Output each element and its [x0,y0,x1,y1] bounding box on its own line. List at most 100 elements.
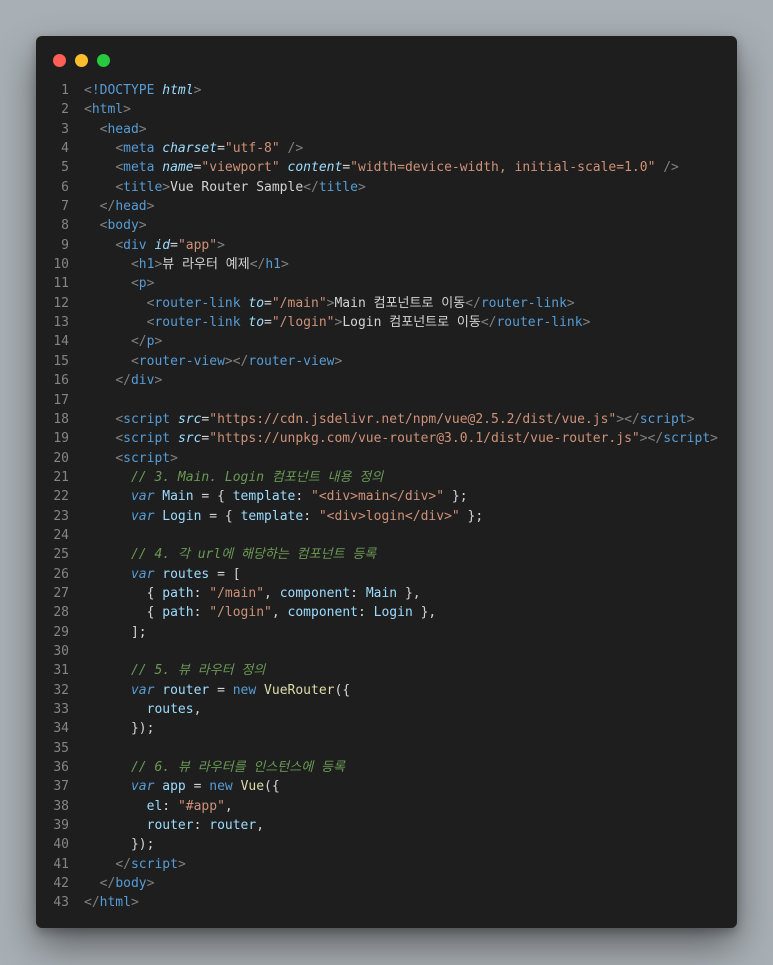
code-text: ]; [69,623,147,642]
code-token: : [295,489,312,505]
code-line: 6 <title>Vue Router Sample</title> [36,178,737,197]
code-text: }); [69,835,155,854]
line-number: 14 [53,334,69,350]
code-token: "utf-8" [224,141,280,157]
code-text: <router-link to="/login">Login 컴포넌트로 이동<… [69,313,591,332]
code-token: , [224,798,233,814]
code-token: : [350,585,366,601]
code-line: 41 </script> [36,855,737,874]
code-line: 10 <h1>뷰 라우터 예제</h1> [36,255,737,274]
code-token: id [154,237,171,253]
code-line: 11 <p> [36,274,737,293]
code-token: /> [287,141,304,157]
code-line: 30 [36,642,737,661]
code-token: head [115,199,147,215]
code-text: </body> [69,874,155,893]
code-line: 17 [36,391,737,410]
code-token: > [334,353,343,369]
code-line: 3 <head> [36,120,737,139]
code-token: Main [365,585,398,601]
close-window-button[interactable] [53,54,66,67]
code-token: routes [146,702,194,717]
code-token: "/login" [209,605,272,621]
line-number: 2 [61,102,69,118]
line-number: 17 [53,392,69,408]
code-token: script [123,450,171,466]
code-text: </head> [69,197,155,216]
code-token: ></ [224,353,249,369]
code-line: 16 </div> [36,371,737,390]
code-token: , [264,585,280,601]
line-number: 34 [53,721,69,737]
code-token: "https://cdn.jsdelivr.net/npm/vue@2.5.2/… [209,411,617,427]
line-number: 5 [61,160,69,176]
line-number: 40 [53,837,69,853]
code-token: < [84,102,92,118]
code-token: > [146,276,155,292]
code-text: // 6. 뷰 라우터를 인스턴스에 등록 [69,758,345,777]
code-line: 7 </head> [36,197,737,216]
code-token: , [271,605,288,621]
code-token: new [232,682,257,698]
code-token: > [710,431,718,447]
code-token: }); [84,721,155,737]
code-line: 18 <script src="https://cdn.jsdelivr.net… [36,410,737,429]
code-token: </ [99,199,116,215]
code-token: : [162,798,178,814]
line-number: 15 [53,353,69,369]
code-text: <router-view></router-view> [69,352,342,371]
line-number: 9 [61,237,69,253]
line-number: 11 [53,276,69,292]
code-token: !DOCTYPE [91,83,163,98]
code-token: router [146,818,194,834]
code-token: script [639,411,687,427]
code-token: "/login" [271,315,335,331]
code-text: // 4. 각 url에 해당하는 컴포넌트 등록 [69,545,376,564]
code-token: < [115,237,124,253]
code-token: < [115,431,124,447]
code-token: "#app" [177,798,225,814]
code-token: Login [162,508,202,524]
code-token: "/main" [271,295,327,311]
code-line: 35 [36,739,737,758]
code-line: 19 <script src="https://unpkg.com/vue-ro… [36,429,737,448]
code-text: <script src="https://cdn.jsdelivr.net/np… [69,410,694,429]
code-line: 32 var router = new VueRouter({ [36,681,737,700]
code-token: body [115,876,147,892]
line-number: 25 [53,547,69,563]
code-token: component [287,605,358,621]
code-line: 20 <script> [36,449,737,468]
code-editor[interactable]: 1 <!DOCTYPE html> 2 <html> 3 <head> 4 <meta c… [36,81,737,913]
code-token: "app" [177,237,218,253]
code-token: > [217,237,225,253]
code-token: Vue Router Sample [170,179,304,195]
maximize-window-button[interactable] [97,54,110,67]
code-text: var router = new VueRouter({ [69,681,350,700]
code-token: < [130,257,139,273]
code-text: </div> [69,371,162,390]
code-text: <script src="https://unpkg.com/vue-route… [69,429,718,448]
code-token: = { [193,489,233,505]
minimize-window-button[interactable] [75,54,88,67]
code-token: </ [130,334,147,350]
line-number: 18 [53,411,69,427]
code-token: var [130,566,155,582]
code-token: // 6. 뷰 라우터를 인스턴스에 등록 [130,760,345,776]
code-token: = [342,160,351,176]
code-text: <meta name="viewport" content="width=dev… [69,158,679,177]
code-line: 33 routes, [36,700,737,719]
code-token: , [256,818,265,834]
code-token: < [115,450,124,466]
code-line: 28 { path: "/login", component: Login }, [36,603,737,622]
code-token: charset [162,141,218,157]
